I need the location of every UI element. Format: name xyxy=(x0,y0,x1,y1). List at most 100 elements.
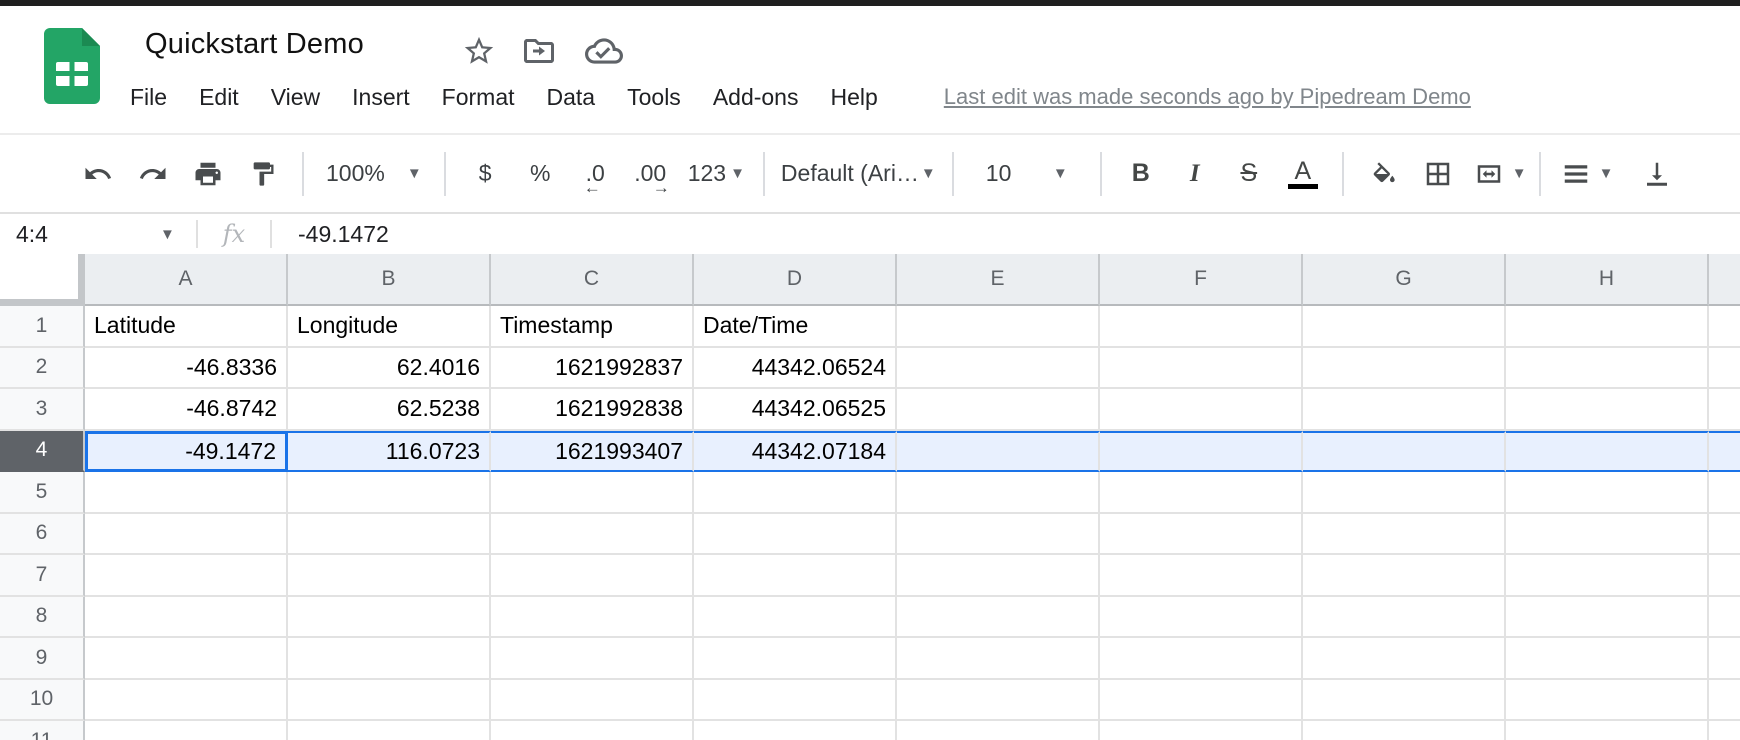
cell-B2[interactable]: 62.4016 xyxy=(288,348,491,390)
menu-view[interactable]: View xyxy=(271,84,320,111)
paint-format-button[interactable] xyxy=(235,160,290,188)
column-header-A[interactable]: A xyxy=(85,254,288,306)
cell-G5[interactable] xyxy=(1303,472,1506,514)
cell-G7[interactable] xyxy=(1303,555,1506,597)
row-header-3[interactable]: 3 xyxy=(0,389,85,431)
cell-A8[interactable] xyxy=(85,597,288,639)
menu-help[interactable]: Help xyxy=(830,84,877,111)
cell-D11[interactable] xyxy=(694,721,897,740)
cell-C1[interactable]: Timestamp xyxy=(491,306,694,348)
row-header-2[interactable]: 2 xyxy=(0,348,85,390)
cell-D2[interactable]: 44342.06524 xyxy=(694,348,897,390)
merge-cells-button[interactable]: ▼ xyxy=(1466,159,1527,189)
cell-H10[interactable] xyxy=(1506,680,1709,722)
row-header-4[interactable]: 4 xyxy=(0,431,85,473)
column-header-F[interactable]: F xyxy=(1100,254,1303,306)
cell-E11[interactable] xyxy=(897,721,1100,740)
row-header-5[interactable]: 5 xyxy=(0,472,85,514)
column-header-E[interactable]: E xyxy=(897,254,1100,306)
vertical-align-button[interactable] xyxy=(1630,159,1685,189)
select-all-corner[interactable] xyxy=(0,254,85,306)
cell-x7[interactable] xyxy=(1709,555,1740,597)
row-header-11[interactable]: 11 xyxy=(0,721,85,740)
bold-button[interactable]: B xyxy=(1114,159,1168,188)
cell-D7[interactable] xyxy=(694,555,897,597)
menu-insert[interactable]: Insert xyxy=(352,84,410,111)
cell-C7[interactable] xyxy=(491,555,694,597)
cell-E8[interactable] xyxy=(897,597,1100,639)
cell-H4[interactable] xyxy=(1506,431,1709,473)
cell-F3[interactable] xyxy=(1100,389,1303,431)
document-title[interactable]: Quickstart Demo xyxy=(145,28,364,61)
column-header-B[interactable]: B xyxy=(288,254,491,306)
undo-button[interactable] xyxy=(70,159,125,189)
more-formats-button[interactable]: 123 ▼ xyxy=(688,160,745,187)
column-header-G[interactable]: G xyxy=(1303,254,1506,306)
star-icon[interactable] xyxy=(460,32,498,70)
menu-tools[interactable]: Tools xyxy=(627,84,681,111)
cell-B8[interactable] xyxy=(288,597,491,639)
font-select[interactable]: Default (Ari… ▼ xyxy=(781,160,936,187)
formula-input[interactable]: -49.1472 xyxy=(272,221,389,248)
cell-C3[interactable]: 1621992838 xyxy=(491,389,694,431)
cell-E5[interactable] xyxy=(897,472,1100,514)
cell-H1[interactable] xyxy=(1506,306,1709,348)
cell-F11[interactable] xyxy=(1100,721,1303,740)
cell-x10[interactable] xyxy=(1709,680,1740,722)
format-percent-button[interactable]: % xyxy=(513,160,568,187)
cell-B10[interactable] xyxy=(288,680,491,722)
cell-G6[interactable] xyxy=(1303,514,1506,556)
cell-H7[interactable] xyxy=(1506,555,1709,597)
format-currency-button[interactable]: $ xyxy=(458,160,513,187)
row-header-8[interactable]: 8 xyxy=(0,597,85,639)
cell-F2[interactable] xyxy=(1100,348,1303,390)
row-header-6[interactable]: 6 xyxy=(0,514,85,556)
cell-C9[interactable] xyxy=(491,638,694,680)
cell-x5[interactable] xyxy=(1709,472,1740,514)
cell-E10[interactable] xyxy=(897,680,1100,722)
row-header-9[interactable]: 9 xyxy=(0,638,85,680)
row-header-7[interactable]: 7 xyxy=(0,555,85,597)
cell-B9[interactable] xyxy=(288,638,491,680)
italic-button[interactable]: I xyxy=(1168,160,1222,188)
cell-B11[interactable] xyxy=(288,721,491,740)
cell-E9[interactable] xyxy=(897,638,1100,680)
cell-F5[interactable] xyxy=(1100,472,1303,514)
cell-D8[interactable] xyxy=(694,597,897,639)
cell-F4[interactable] xyxy=(1100,431,1303,473)
cell-C10[interactable] xyxy=(491,680,694,722)
strikethrough-button[interactable]: S xyxy=(1222,159,1276,188)
cell-H9[interactable] xyxy=(1506,638,1709,680)
cloud-check-icon[interactable] xyxy=(585,32,623,70)
cell-F10[interactable] xyxy=(1100,680,1303,722)
cell-F8[interactable] xyxy=(1100,597,1303,639)
cell-H3[interactable] xyxy=(1506,389,1709,431)
chevron-down-icon[interactable]: ▼ xyxy=(160,226,196,243)
cell-A7[interactable] xyxy=(85,555,288,597)
row-header-1[interactable]: 1 xyxy=(0,306,85,348)
cell-G11[interactable] xyxy=(1303,721,1506,740)
decrease-decimals-button[interactable]: .0← xyxy=(568,160,623,187)
column-header-C[interactable]: C xyxy=(491,254,694,306)
cell-G9[interactable] xyxy=(1303,638,1506,680)
move-folder-icon[interactable] xyxy=(520,32,558,70)
menu-addons[interactable]: Add-ons xyxy=(713,84,799,111)
cell-D6[interactable] xyxy=(694,514,897,556)
cell-H11[interactable] xyxy=(1506,721,1709,740)
cell-A5[interactable] xyxy=(85,472,288,514)
cell-G2[interactable] xyxy=(1303,348,1506,390)
cell-A11[interactable] xyxy=(85,721,288,740)
last-edit-link[interactable]: Last edit was made seconds ago by Pipedr… xyxy=(944,84,1471,110)
cell-B1[interactable]: Longitude xyxy=(288,306,491,348)
redo-button[interactable] xyxy=(125,159,180,189)
cell-B7[interactable] xyxy=(288,555,491,597)
cell-B3[interactable]: 62.5238 xyxy=(288,389,491,431)
cell-D5[interactable] xyxy=(694,472,897,514)
cell-C11[interactable] xyxy=(491,721,694,740)
cell-A6[interactable] xyxy=(85,514,288,556)
cell-E2[interactable] xyxy=(897,348,1100,390)
name-box[interactable]: 4:4 xyxy=(0,221,160,248)
cell-x4[interactable] xyxy=(1709,431,1740,473)
cell-C4[interactable]: 1621993407 xyxy=(491,431,694,473)
cell-A3[interactable]: -46.8742 xyxy=(85,389,288,431)
